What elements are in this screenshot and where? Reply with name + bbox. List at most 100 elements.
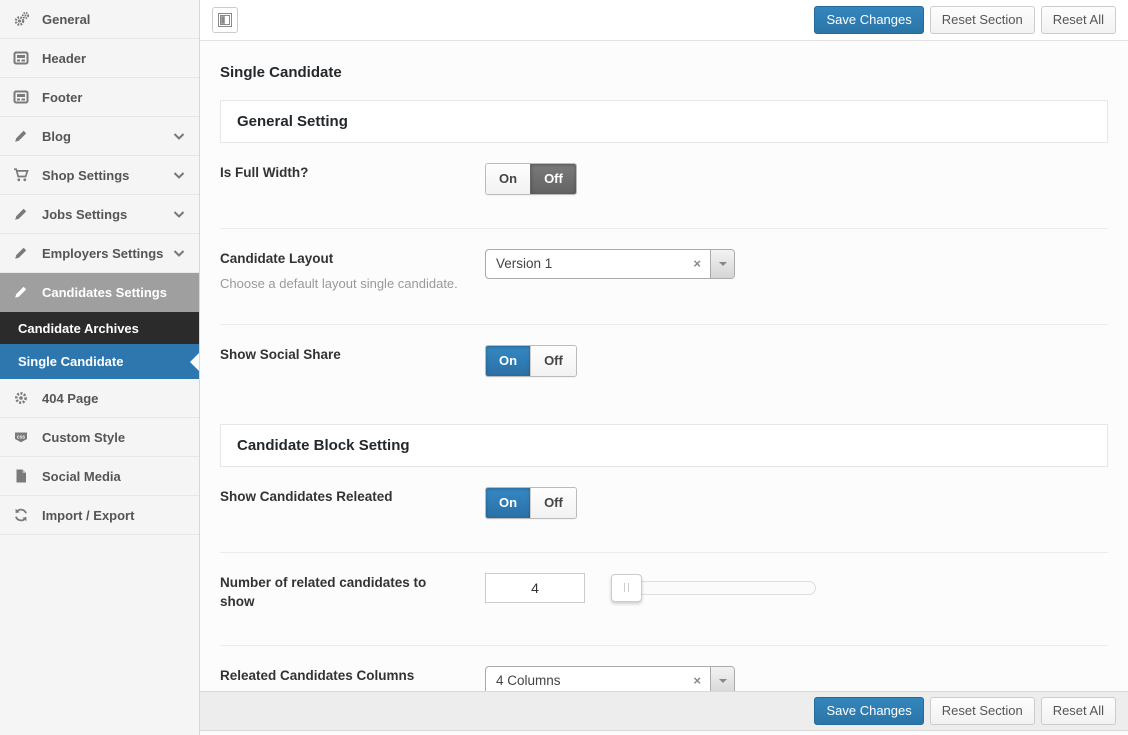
active-item-arrow [181,353,199,371]
slider-grip-icon [624,583,629,592]
show-related-toggle: On Off [485,487,577,519]
save-changes-button[interactable]: Save Changes [814,697,923,725]
field-row-related-columns: Releated Candidates Columns 4 Columns × [220,646,1108,691]
field-label: Releated Candidates Columns [220,666,460,686]
clear-selection-icon[interactable]: × [684,250,710,278]
related-columns-select[interactable]: 4 Columns × [485,666,735,691]
slider-handle[interactable] [611,574,642,602]
layout-expand-icon [218,13,232,27]
sidebar-item-header[interactable]: Header [0,39,199,78]
screen-icon [12,89,30,105]
field-row-candidate-layout: Candidate Layout Choose a default layout… [220,229,1108,325]
screen-icon [12,50,30,66]
chevron-down-icon [171,206,187,222]
theme-options-app: General Header [0,0,1128,735]
sidebar-item-label: Candidate Archives [18,321,187,336]
sidebar-item-label: Custom Style [42,430,187,445]
gears-icon [12,11,30,27]
sidebar-item-blog[interactable]: Blog [0,117,199,156]
chevron-down-icon [171,245,187,261]
toggle-off-button[interactable]: Off [530,488,576,518]
reset-all-button[interactable]: Reset All [1041,6,1116,34]
top-button-group: Save Changes Reset Section Reset All [814,6,1116,34]
related-count-input[interactable] [485,573,585,603]
social-share-toggle: On Off [485,345,577,377]
svg-text:css: css [17,434,26,440]
sidebar-item-label: Blog [42,129,171,144]
sidebar-item-404-page[interactable]: 404 Page [0,379,199,418]
candidate-layout-select[interactable]: Version 1 × [485,249,735,279]
reset-all-button[interactable]: Reset All [1041,697,1116,725]
section-header-general-setting: General Setting [220,100,1108,143]
field-row-social-share: Show Social Share On Off [220,325,1108,410]
full-width-toggle: On Off [485,163,577,195]
sidebar-subitem-candidate-archives[interactable]: Candidate Archives [0,312,199,344]
caret-down-icon [719,262,727,270]
settings-sidebar: General Header [0,0,200,735]
field-row-full-width: Is Full Width? On Off [220,143,1108,229]
sidebar-subitem-single-candidate[interactable]: Single Candidate [0,344,199,379]
pencil-icon [12,284,30,300]
sidebar-item-label: Single Candidate [18,354,187,369]
dropdown-arrow-button[interactable] [710,667,734,691]
sidebar-item-label: Footer [42,90,187,105]
sidebar-item-jobs-settings[interactable]: Jobs Settings [0,195,199,234]
dropdown-arrow-button[interactable] [710,250,734,278]
sidebar-item-custom-style[interactable]: css Custom Style [0,418,199,457]
chevron-down-icon [171,128,187,144]
sidebar-item-label: Import / Export [42,508,187,523]
save-changes-button[interactable]: Save Changes [814,6,923,34]
sidebar-item-label: Jobs Settings [42,207,171,222]
reset-section-button[interactable]: Reset Section [930,6,1035,34]
section-header-candidate-block-setting: Candidate Block Setting [220,424,1108,467]
sidebar-item-footer[interactable]: Footer [0,78,199,117]
slider-track[interactable] [613,581,816,595]
page-title: Single Candidate [220,41,1108,100]
sidebar-item-label: 404 Page [42,391,187,406]
toggle-on-button[interactable]: On [486,346,530,376]
field-label: Show Social Share [220,345,460,365]
selected-value: 4 Columns [486,667,684,691]
sidebar-item-label: Shop Settings [42,168,171,183]
toggle-off-button[interactable]: Off [530,164,576,194]
field-row-related-count: Number of related candidates to show [220,553,1108,646]
sidebar-item-label: General [42,12,187,27]
field-description: Choose a default layout single candidate… [220,276,460,291]
bottom-toolbar: Save Changes Reset Section Reset All [200,691,1128,731]
sidebar-item-shop-settings[interactable]: Shop Settings [0,156,199,195]
clear-selection-icon[interactable]: × [684,667,710,691]
pencil-icon [12,128,30,144]
pencil-icon [12,245,30,261]
field-label: Number of related candidates to show [220,573,460,612]
sidebar-item-label: Header [42,51,187,66]
selected-value: Version 1 [486,250,684,278]
sidebar-item-employers-settings[interactable]: Employers Settings [0,234,199,273]
field-label: Candidate Layout [220,249,460,269]
field-label: Show Candidates Releated [220,487,460,507]
refresh-icon [12,507,30,523]
chevron-down-icon [171,167,187,183]
expand-options-button[interactable] [212,7,238,33]
sidebar-item-label: Candidates Settings [42,285,187,300]
toggle-on-button[interactable]: On [486,488,530,518]
sidebar-item-label: Social Media [42,469,187,484]
page-icon [12,468,30,484]
top-toolbar: Save Changes Reset Section Reset All [200,0,1128,41]
field-label: Is Full Width? [220,163,460,183]
field-row-show-related: Show Candidates Releated On Off [220,467,1108,553]
reset-section-button[interactable]: Reset Section [930,697,1035,725]
sidebar-item-label: Employers Settings [42,246,171,261]
toggle-on-button[interactable]: On [486,164,530,194]
pencil-icon [12,206,30,222]
sidebar-item-social-media[interactable]: Social Media [0,457,199,496]
sidebar-item-import-export[interactable]: Import / Export [0,496,199,535]
main-panel: Save Changes Reset Section Reset All Sin… [200,0,1128,735]
cart-icon [12,167,30,183]
gear-icon [12,390,30,406]
sidebar-item-candidates-settings[interactable]: Candidates Settings [0,273,199,312]
css-icon: css [12,429,30,445]
toggle-off-button[interactable]: Off [530,346,576,376]
settings-content: Single Candidate General Setting Is Full… [200,41,1128,691]
sidebar-item-general[interactable]: General [0,0,199,39]
sidebar-menu: General Header [0,0,199,535]
